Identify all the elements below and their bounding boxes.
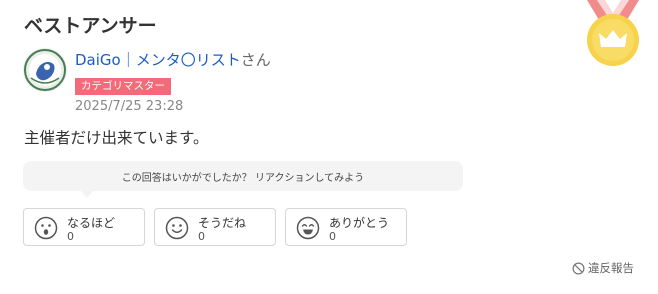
category-master-badge: カテゴリマスター <box>75 78 171 95</box>
user-name-suffix: さん <box>240 51 271 69</box>
reaction-label: ありがとう <box>329 216 390 230</box>
reaction-prompt: この回答はいかがでしたか？ リアクションしてみよう <box>23 161 463 198</box>
section-title: ベストアンサー <box>24 15 157 37</box>
grin-face-icon <box>296 216 320 240</box>
user-name-link[interactable]: DaiGo｜メンタ〇リスト <box>75 51 241 69</box>
answer-user: DaiGo｜メンタ〇リストさん <box>75 49 271 70</box>
prohibit-icon <box>572 262 585 274</box>
reaction-count: 0 <box>67 230 74 243</box>
reaction-label: なるほど <box>67 216 116 230</box>
report-link[interactable]: 違反報告 <box>572 260 634 276</box>
report-label: 違反報告 <box>588 261 634 275</box>
crown-medal-icon <box>587 0 639 66</box>
reaction-count: 0 <box>329 230 336 243</box>
reaction-button-arigatou[interactable]: ありがとう 0 <box>285 208 407 246</box>
answer-timestamp: 2025/7/25 23:28 <box>75 99 184 114</box>
surprised-face-icon <box>34 216 58 240</box>
reaction-prompt-text: この回答はいかがでしたか？ リアクションしてみよう <box>121 173 365 184</box>
avatar[interactable] <box>23 48 67 92</box>
smile-face-icon <box>165 216 189 240</box>
reaction-button-naruhodo[interactable]: なるほど 0 <box>23 208 145 246</box>
reaction-label: そうだね <box>198 216 247 230</box>
reaction-button-soudane[interactable]: そうだね 0 <box>154 208 276 246</box>
prompt-tail <box>81 191 93 198</box>
reaction-count: 0 <box>198 230 205 243</box>
answer-body: 主催者だけ出来ています。 <box>24 129 209 147</box>
